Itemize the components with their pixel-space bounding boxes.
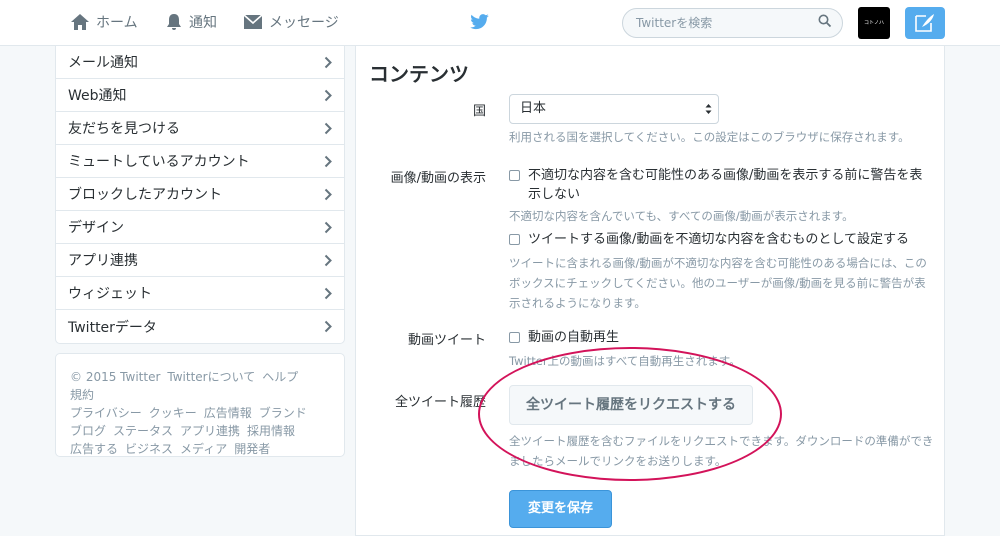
footer-link-jobs[interactable]: 採用情報 — [247, 424, 295, 438]
footer-link-apps[interactable]: アプリ連携 — [180, 424, 240, 438]
sensitive-warning-help: 不適切な内容を含んでいても、すべての画像/動画が表示されます。 — [509, 209, 854, 223]
twitter-bird-icon[interactable] — [468, 13, 490, 32]
country-select[interactable]: 日本 — [509, 94, 719, 124]
sidebar-item-blocked-accounts[interactable]: ブロックしたアカウント — [56, 178, 344, 211]
home-icon — [71, 14, 89, 30]
page-title: コンテンツ — [369, 62, 469, 86]
footer-link-status[interactable]: ステータス — [113, 424, 173, 438]
country-help: 利用される国を選択してください。この設定はこのブラウザに保存されます。 — [509, 130, 910, 144]
footer-link-blog[interactable]: ブログ — [70, 424, 106, 438]
video-autoplay-option[interactable]: 動画の自動再生 — [509, 328, 619, 347]
footer-link-developers[interactable]: 開発者 — [234, 442, 270, 456]
nav-notifications[interactable]: 通知 — [165, 12, 217, 32]
video-autoplay-text: 動画の自動再生 — [528, 330, 620, 345]
footer-link-advertise[interactable]: 広告する — [70, 442, 118, 456]
sidebar-item-find-friends[interactable]: 友だちを見つける — [56, 112, 344, 145]
search-icon[interactable] — [818, 14, 832, 28]
media-display-label: 画像/動画の表示 — [390, 171, 486, 186]
sidebar-item-twitter-data[interactable]: Twitterデータ — [56, 310, 344, 343]
nav-messages-label: メッセージ — [269, 15, 339, 31]
sidebar-item-label: ミュートしているアカウント — [68, 154, 250, 170]
sidebar-item-label: Twitterデータ — [68, 319, 157, 336]
footer-links: © 2015 Twitter Twitterについて ヘルプ規約 プライバシー クッキ… — [55, 353, 345, 457]
footer-link-brand[interactable]: ブランド — [259, 406, 307, 420]
footer-link-media[interactable]: メディア — [180, 442, 227, 456]
sensitive-warning-option[interactable]: 不適切な内容を含む可能性のある画像/動画を表示する前に警告を表示しない — [509, 166, 929, 204]
nav-messages[interactable]: メッセージ — [243, 12, 339, 32]
mark-media-sensitive-help: ツイートに含まれる画像/動画が不適切な内容を含む可能性のある場合には、このボック… — [509, 256, 927, 310]
video-autoplay-checkbox[interactable] — [509, 332, 520, 343]
footer-link-about[interactable]: Twitterについて — [167, 370, 255, 384]
chevron-right-icon — [324, 155, 332, 167]
quill-icon — [915, 14, 934, 32]
footer-link-business[interactable]: ビジネス — [125, 442, 173, 456]
highlight-annotation — [478, 347, 782, 481]
video-tweet-label: 動画ツイート — [407, 333, 486, 348]
sensitive-warning-checkbox[interactable] — [509, 170, 520, 181]
sidebar-item-label: デザイン — [68, 220, 124, 236]
archive-label: 全ツイート履歴 — [394, 395, 486, 410]
mark-media-sensitive-text: ツイートする画像/動画を不適切な内容を含むものとして設定する — [528, 232, 909, 247]
sidebar-item-email-notifications[interactable]: メール通知 — [56, 46, 344, 79]
footer-link-cookies[interactable]: クッキー — [149, 406, 197, 420]
sensitive-warning-text: 不適切な内容を含む可能性のある画像/動画を表示する前に警告を表示しない — [528, 168, 923, 202]
sidebar-item-widgets[interactable]: ウィジェット — [56, 277, 344, 310]
chevron-right-icon — [324, 89, 332, 101]
chevron-right-icon — [324, 188, 332, 200]
sidebar-item-label: アプリ連携 — [68, 253, 138, 269]
sidebar-item-label: メール通知 — [68, 55, 138, 71]
avatar[interactable]: コトノハ — [858, 7, 890, 39]
sidebar-item-design[interactable]: デザイン — [56, 211, 344, 244]
sidebar-item-muted-accounts[interactable]: ミュートしているアカウント — [56, 145, 344, 178]
sidebar-item-label: Web通知 — [68, 88, 127, 104]
chevron-right-icon — [324, 254, 332, 266]
copyright: © 2015 Twitter — [70, 370, 161, 384]
chevron-right-icon — [324, 287, 332, 299]
select-arrows-icon — [705, 104, 712, 114]
footer-link-help[interactable]: ヘルプ — [262, 370, 298, 384]
country-label: 国 — [472, 104, 486, 119]
bell-icon — [167, 14, 181, 30]
nav-home[interactable]: ホーム — [70, 12, 138, 32]
footer-link-privacy[interactable]: プライバシー — [70, 406, 142, 420]
top-navigation: ホーム 通知 メッセージ Twitterを検索 コトノハ — [0, 0, 1000, 46]
compose-tweet-button[interactable] — [905, 7, 945, 39]
sidebar-item-label: ウィジェット — [68, 286, 152, 302]
sidebar-item-apps[interactable]: アプリ連携 — [56, 244, 344, 277]
search-input[interactable]: Twitterを検索 — [622, 8, 843, 38]
sidebar-item-label: ブロックしたアカウント — [68, 187, 222, 203]
save-changes-button[interactable]: 変更を保存 — [509, 490, 612, 528]
sidebar-item-web-notifications[interactable]: Web通知 — [56, 79, 344, 112]
footer-link-ads-info[interactable]: 広告情報 — [204, 406, 252, 420]
mark-media-sensitive-checkbox[interactable] — [509, 234, 520, 245]
mark-media-sensitive-option[interactable]: ツイートする画像/動画を不適切な内容を含むものとして設定する — [509, 230, 909, 249]
nav-home-label: ホーム — [96, 15, 138, 31]
sidebar-item-label: 友だちを見つける — [68, 121, 180, 137]
nav-notifications-label: 通知 — [189, 15, 217, 31]
footer-link-terms[interactable]: 規約 — [70, 388, 94, 402]
settings-sidebar: メール通知 Web通知 友だちを見つける ミュートしているアカウント ブロックし… — [55, 46, 345, 344]
chevron-right-icon — [324, 122, 332, 134]
chevron-right-icon — [324, 221, 332, 233]
chevron-right-icon — [324, 320, 332, 333]
country-value: 日本 — [520, 101, 547, 116]
chevron-right-icon — [324, 56, 332, 68]
envelope-icon — [243, 14, 263, 29]
